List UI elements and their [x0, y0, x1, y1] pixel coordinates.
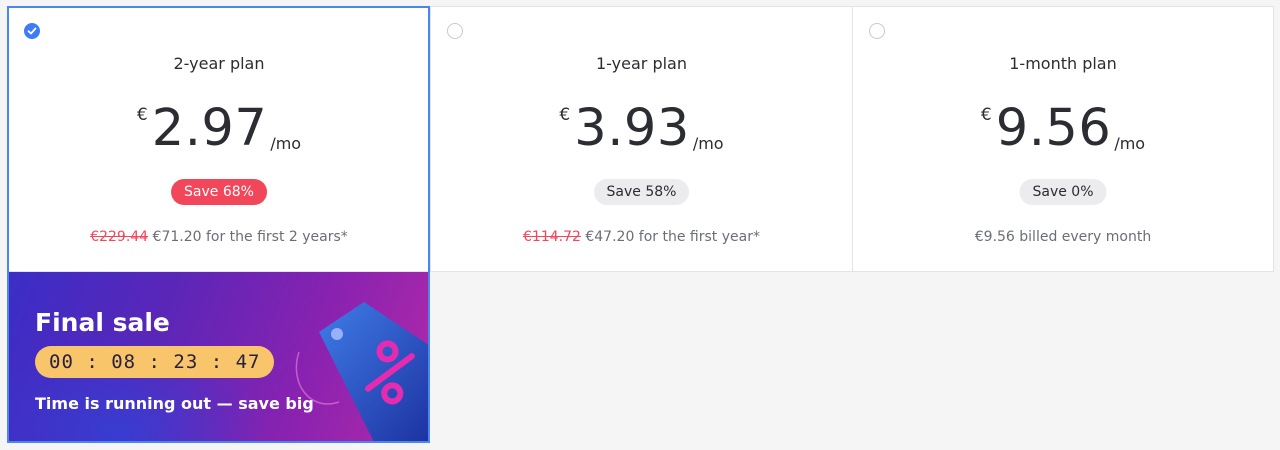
plan-selector: 2-year plan € 2.97 /mo Save 68% €229.44 … — [7, 6, 1274, 272]
plan-card-1-month[interactable]: 1-month plan € 9.56 /mo Save 0% €9.56 bi… — [852, 7, 1273, 271]
old-price: €114.72 — [523, 229, 581, 245]
checkmark-icon — [27, 27, 37, 35]
currency-symbol: € — [559, 105, 571, 125]
currency-symbol: € — [136, 105, 148, 125]
billing-text: €47.20 for the first year* — [580, 229, 760, 245]
countdown-timer: 00 : 08 : 23 : 47 — [35, 346, 275, 378]
plan-price: € 2.97 /mo — [8, 103, 430, 155]
plan-price: € 3.93 /mo — [431, 103, 852, 155]
save-badge: Save 58% — [593, 179, 690, 205]
promo-subtitle: Time is running out — save big — [35, 394, 314, 413]
price-amount: 3.93 — [574, 99, 690, 158]
radio-unchecked-icon[interactable] — [869, 23, 885, 39]
plan-name: 1-month plan — [1009, 54, 1117, 73]
discount-tag-icon — [295, 302, 428, 441]
price-period: /mo — [1114, 134, 1146, 153]
save-badge: Save 0% — [1019, 179, 1107, 205]
billing-text: €71.20 for the first 2 years* — [148, 229, 348, 245]
old-price: €229.44 — [90, 229, 149, 245]
plan-card-1-year[interactable]: 1-year plan € 3.93 /mo Save 58% €114.72 … — [430, 7, 852, 271]
billing-note: €114.72 €47.20 for the first year* — [431, 229, 852, 245]
plan-price: € 9.56 /mo — [853, 103, 1273, 155]
radio-unchecked-icon[interactable] — [447, 23, 463, 39]
billing-note: €9.56 billed every month — [974, 229, 1152, 245]
radio-checked-icon[interactable] — [24, 23, 40, 39]
save-badge: Save 68% — [171, 179, 267, 205]
price-amount: 9.56 — [995, 99, 1112, 158]
plan-card-2-year[interactable]: 2-year plan € 2.97 /mo Save 68% €229.44 … — [8, 7, 430, 271]
price-period: /mo — [692, 134, 724, 153]
promo-title: Final sale — [35, 308, 170, 337]
plan-name: 1-year plan — [596, 54, 687, 73]
price-amount: 2.97 — [151, 99, 268, 158]
currency-symbol: € — [980, 105, 992, 125]
price-period: /mo — [270, 134, 302, 153]
billing-note: €229.44 €71.20 for the first 2 years* — [8, 229, 430, 245]
final-sale-banner: Final sale 00 : 08 : 23 : 47 Time is run… — [9, 272, 428, 441]
plan-name: 2-year plan — [173, 54, 265, 73]
